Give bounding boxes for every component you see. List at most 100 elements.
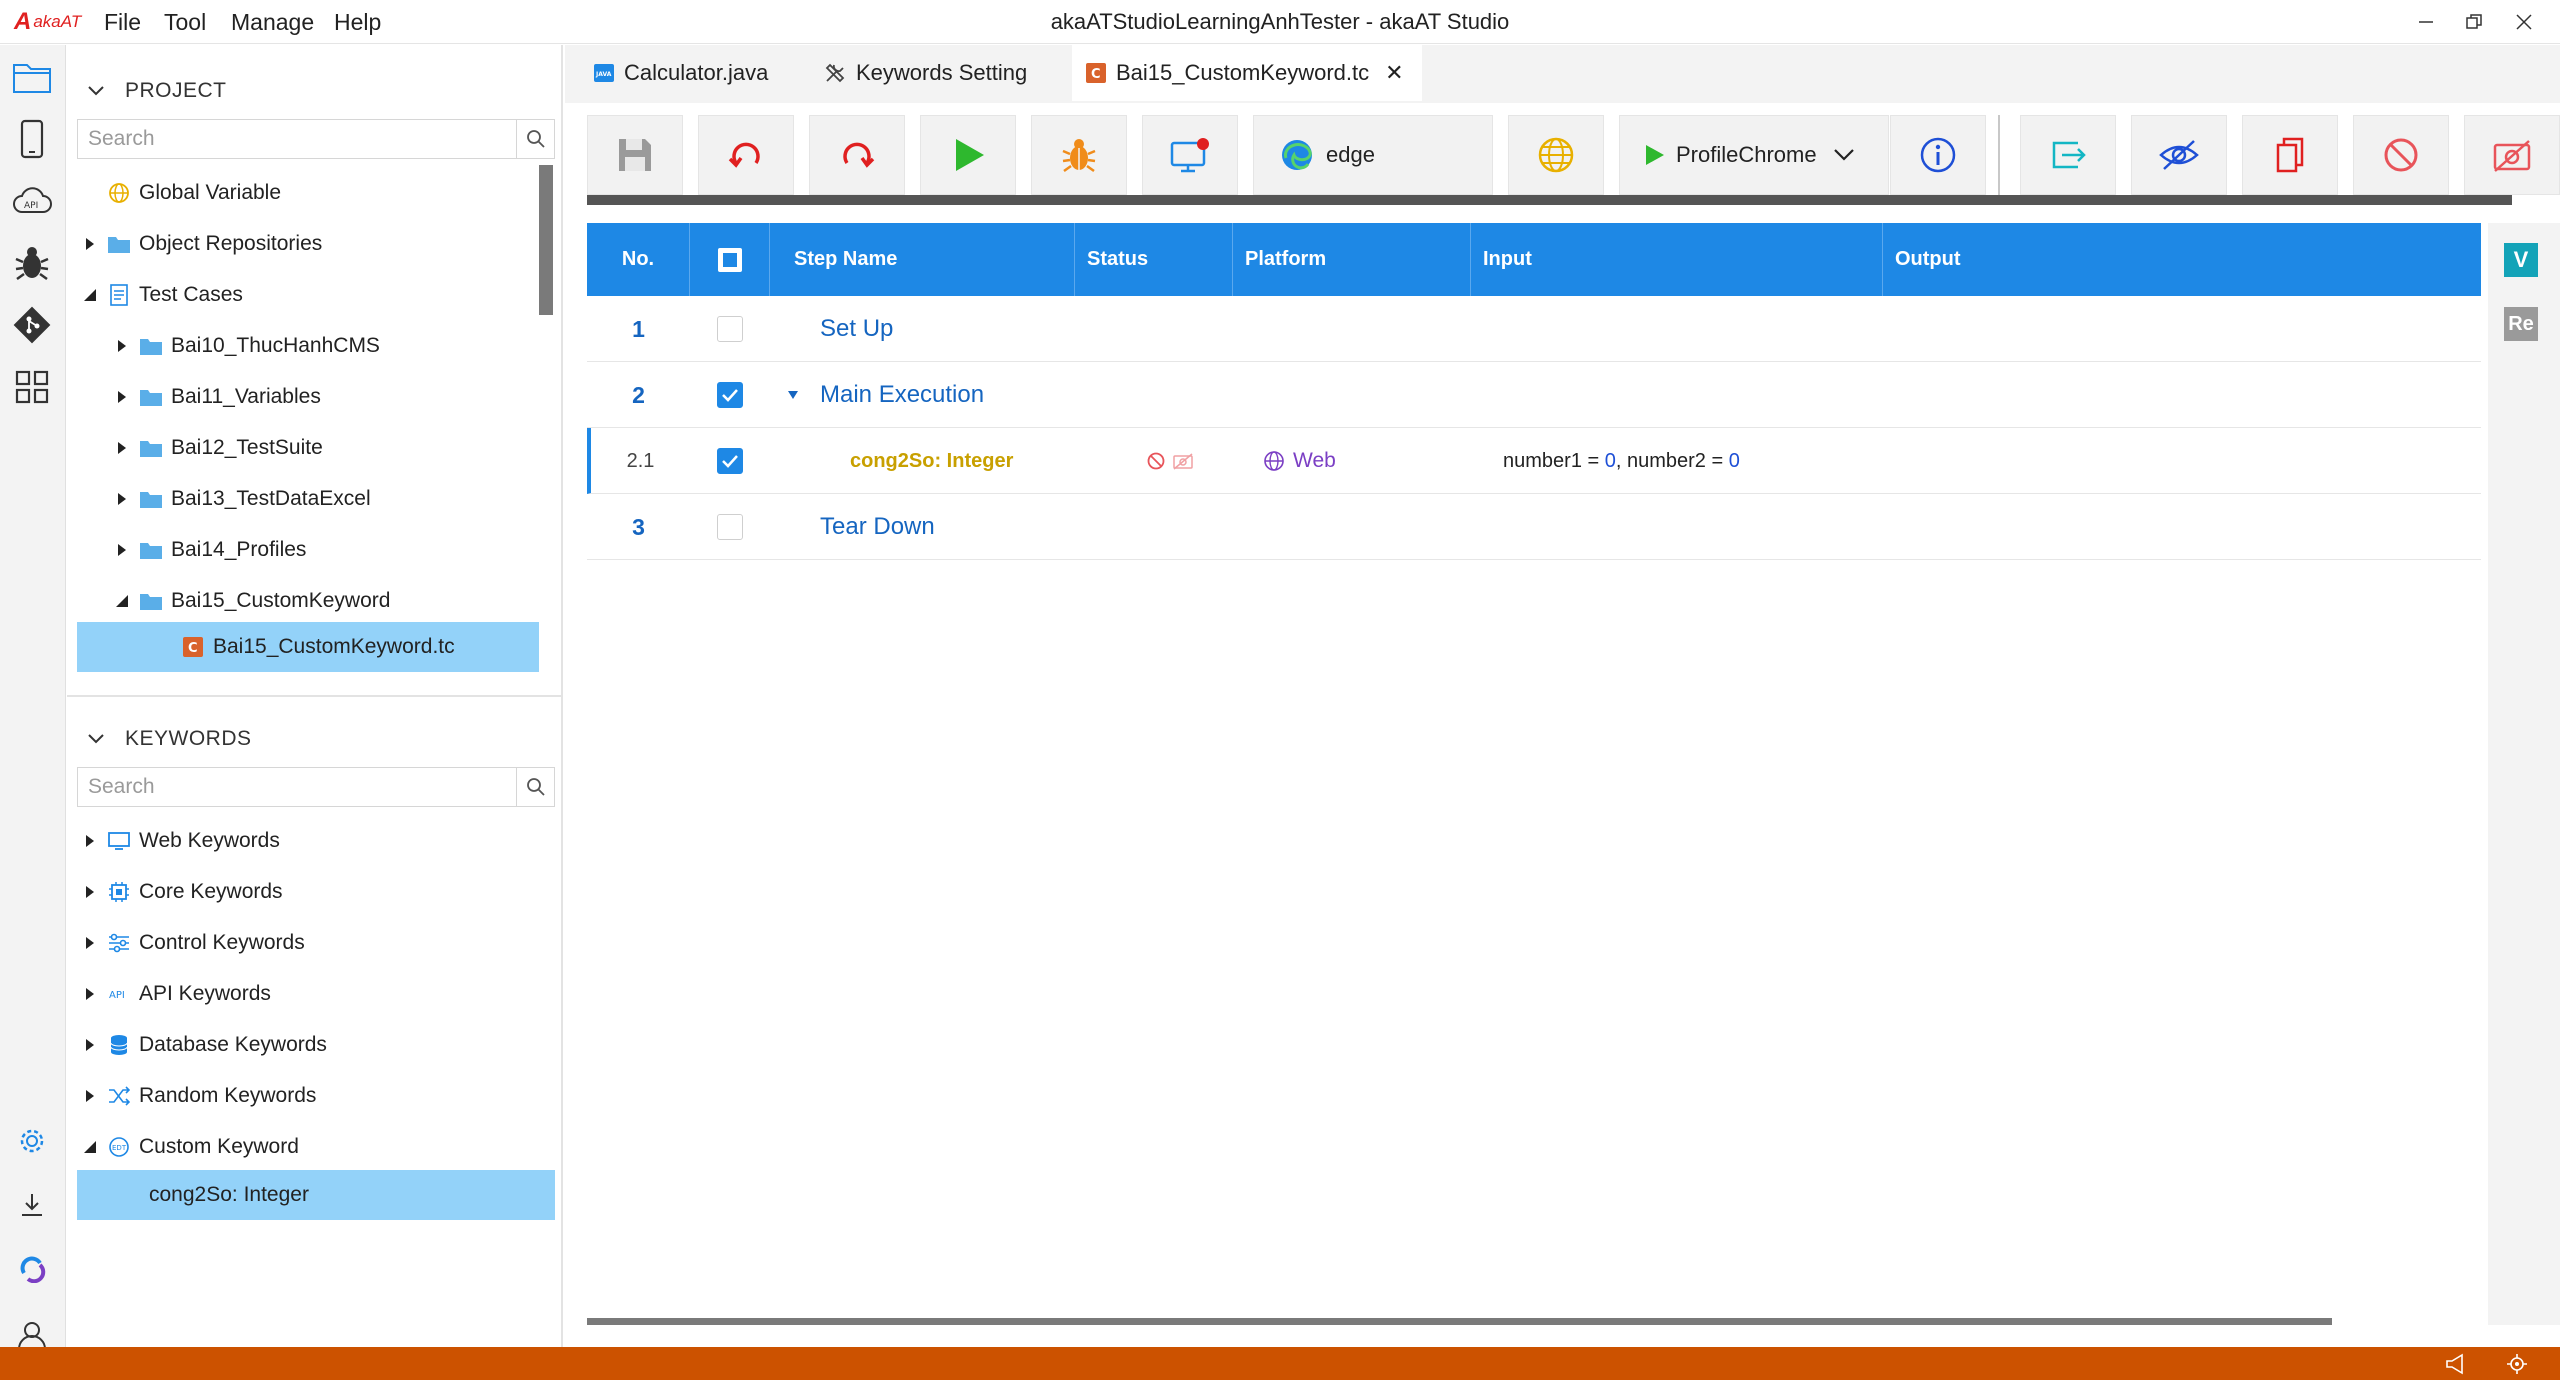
variables-button[interactable]: V (2504, 243, 2538, 277)
tree-item-bai13[interactable]: Bai13_TestDataExcel (67, 473, 537, 524)
caret-right-icon[interactable] (81, 985, 99, 1003)
tree-item-object-repositories[interactable]: Object Repositories (67, 218, 537, 269)
project-search-input[interactable]: Search (78, 127, 516, 151)
menu-file[interactable]: File (104, 8, 141, 36)
copy-button[interactable] (2242, 115, 2338, 195)
caret-right-icon[interactable] (81, 832, 99, 850)
caret-down-icon[interactable] (81, 286, 99, 304)
tab-calculator-java[interactable]: JAVA Calculator.java (580, 45, 800, 101)
row-checkbox[interactable] (717, 448, 743, 474)
tree-item-bai10[interactable]: Bai10_ThucHanhCMS (67, 320, 537, 371)
tree-item-bai11[interactable]: Bai11_Variables (67, 371, 537, 422)
table-horizontal-scrollbar[interactable] (587, 1318, 2332, 1325)
table-row[interactable]: 1 Set Up (587, 296, 2481, 362)
tree-item-bai15[interactable]: Bai15_CustomKeyword (67, 575, 537, 626)
expand-caret-icon[interactable] (787, 362, 807, 428)
keywords-search-field[interactable]: Search (77, 767, 555, 807)
tab-keywords-setting[interactable]: Keywords Setting (810, 45, 1062, 101)
col-platform[interactable]: Platform (1233, 223, 1471, 296)
caret-right-icon[interactable] (113, 337, 131, 355)
undo-button[interactable] (698, 115, 794, 195)
settings-button[interactable] (8, 1117, 56, 1165)
profile-select[interactable]: ProfileChrome (1619, 115, 1889, 195)
keyword-group-control[interactable]: Control Keywords (67, 917, 537, 968)
keyword-group-database[interactable]: Database Keywords (67, 1019, 537, 1070)
tree-item-test-cases[interactable]: Test Cases (67, 269, 537, 320)
keyword-item-cong2so[interactable]: cong2So: Integer (77, 1170, 555, 1220)
caret-right-icon[interactable] (81, 934, 99, 952)
row-checkbox[interactable] (717, 514, 743, 540)
disable-button[interactable] (2353, 115, 2449, 195)
search-icon[interactable] (516, 120, 554, 158)
keyword-group-web[interactable]: Web Keywords (67, 815, 537, 866)
caret-right-icon[interactable] (113, 388, 131, 406)
row-checkbox[interactable] (717, 382, 743, 408)
mobile-button[interactable] (8, 115, 56, 163)
project-section-header[interactable]: PROJECT (67, 59, 561, 123)
caret-right-icon[interactable] (113, 439, 131, 457)
web-button[interactable] (1508, 115, 1604, 195)
keywords-search-input[interactable]: Search (78, 775, 516, 799)
row-checkbox[interactable] (717, 316, 743, 342)
toolbar-scrollbar[interactable] (587, 195, 2512, 205)
export-button[interactable] (2020, 115, 2116, 195)
run-button[interactable] (920, 115, 1016, 195)
api-button[interactable]: API (8, 177, 56, 225)
menu-tool[interactable]: Tool (164, 8, 206, 36)
download-button[interactable] (8, 1181, 56, 1229)
extension-button[interactable] (8, 1245, 56, 1293)
tree-item-bai15-tc[interactable]: C Bai15_CustomKeyword.tc (77, 622, 539, 672)
col-select-all[interactable] (690, 223, 770, 296)
dashboard-button[interactable] (8, 363, 56, 411)
search-icon[interactable] (516, 768, 554, 806)
minimize-button[interactable] (2406, 6, 2446, 38)
hide-button[interactable] (2131, 115, 2227, 195)
project-search-field[interactable]: Search (77, 119, 555, 159)
screenshot-off-button[interactable] (2464, 115, 2560, 195)
results-button[interactable]: Re (2504, 307, 2538, 341)
debug-run-button[interactable] (1031, 115, 1127, 195)
caret-right-icon[interactable] (113, 541, 131, 559)
caret-down-icon[interactable] (113, 592, 131, 610)
menu-manage[interactable]: Manage (231, 8, 314, 36)
restore-button[interactable] (2454, 6, 2494, 38)
browser-select[interactable]: edge (1253, 115, 1493, 195)
keyword-group-custom[interactable]: EDT Custom Keyword (67, 1121, 537, 1172)
col-output[interactable]: Output (1883, 223, 2481, 296)
input-cell[interactable]: number1 = 0, number2 = 0 (1503, 428, 1740, 494)
caret-right-icon[interactable] (81, 235, 99, 253)
debug-button[interactable] (8, 239, 56, 287)
project-scrollbar[interactable] (539, 165, 553, 315)
git-button[interactable] (8, 301, 56, 349)
keyword-group-api[interactable]: API API Keywords (67, 968, 537, 1019)
caret-down-icon[interactable] (81, 1138, 99, 1156)
caret-right-icon[interactable] (81, 1036, 99, 1054)
locate-button[interactable] (2506, 1353, 2528, 1375)
caret-right-icon[interactable] (113, 490, 131, 508)
tree-item-bai12[interactable]: Bai12_TestSuite (67, 422, 537, 473)
save-button[interactable] (587, 115, 683, 195)
col-no[interactable]: No. (587, 223, 690, 296)
keywords-section-header[interactable]: KEYWORDS (67, 707, 561, 771)
menu-help[interactable]: Help (334, 8, 381, 36)
redo-button[interactable] (809, 115, 905, 195)
tree-item-bai14[interactable]: Bai14_Profiles (67, 524, 537, 575)
keyword-group-random[interactable]: Random Keywords (67, 1070, 537, 1121)
explorer-button[interactable] (8, 53, 56, 101)
col-input[interactable]: Input (1471, 223, 1883, 296)
table-row[interactable]: 3 Tear Down (587, 494, 2481, 560)
caret-right-icon[interactable] (81, 883, 99, 901)
tab-close-button[interactable]: ✕ (1385, 60, 1403, 86)
table-row[interactable]: 2.1 cong2So: Integer Web number1 = 0, nu… (587, 428, 2481, 494)
col-step-name[interactable]: Step Name (770, 223, 1075, 296)
caret-right-icon[interactable] (81, 1087, 99, 1105)
col-status[interactable]: Status (1075, 223, 1233, 296)
table-row[interactable]: 2 Main Execution (587, 362, 2481, 428)
keyword-group-core[interactable]: Core Keywords (67, 866, 537, 917)
record-button[interactable] (1142, 115, 1238, 195)
tab-bai15-tc[interactable]: C Bai15_CustomKeyword.tc ✕ (1072, 45, 1422, 101)
info-button[interactable] (1890, 115, 1986, 195)
tree-item-global-variable[interactable]: Global Variable (67, 167, 537, 218)
close-window-button[interactable] (2504, 6, 2544, 38)
notification-button[interactable] (2444, 1353, 2466, 1375)
